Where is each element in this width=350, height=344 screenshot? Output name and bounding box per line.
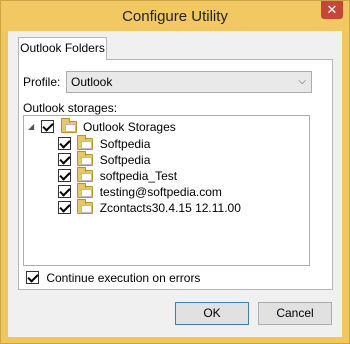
cancel-button[interactable]: Cancel — [258, 302, 332, 325]
tree-node-label: Zcontacts30.4.15 12.11.00 — [99, 201, 241, 215]
root-checkbox[interactable] — [41, 120, 55, 133]
continue-on-errors-option[interactable]: Continue execution on errors — [26, 270, 200, 286]
folder-icon — [77, 183, 94, 198]
folder-icon — [60, 118, 77, 133]
tree-node-label: Outlook Storages — [83, 120, 176, 134]
ok-button[interactable]: OK — [175, 302, 249, 325]
folder-icon — [77, 167, 94, 182]
tree-node-item[interactable]: Softpedia — [58, 135, 151, 152]
tree-node-item[interactable]: testing@softpedia.com — [58, 183, 222, 200]
folder-icon — [77, 135, 94, 150]
tree-node-item[interactable]: Zcontacts30.4.15 12.11.00 — [58, 199, 241, 216]
tab-outlook-folders[interactable]: Outlook Folders — [18, 37, 107, 60]
profile-label: Profile: — [23, 75, 61, 89]
folder-icon — [77, 151, 94, 166]
tree-node-item[interactable]: Softpedia — [58, 151, 151, 168]
item-checkbox[interactable] — [58, 153, 71, 166]
chevron-down-icon: ⌵ — [298, 76, 306, 87]
item-checkbox[interactable] — [58, 185, 71, 198]
storages-label: Outlook storages: — [23, 101, 118, 115]
item-checkbox[interactable] — [58, 137, 71, 150]
dialog-window: Configure Utility ✕ Outlook Folders Prof… — [0, 0, 350, 344]
tree-node-label: testing@softpedia.com — [99, 185, 222, 199]
title-bar: Configure Utility ✕ — [1, 1, 349, 31]
tree-node-item[interactable]: softpedia_Test — [58, 167, 178, 184]
profile-value: Outlook — [71, 75, 113, 89]
storages-tree[interactable]: ◢ Outlook Storages Softpedia Softpedia s… — [23, 115, 310, 266]
window-title: Configure Utility — [122, 8, 228, 25]
tree-node-root[interactable]: ◢ Outlook Storages — [28, 118, 176, 135]
close-icon: ✕ — [326, 2, 338, 17]
profile-select[interactable]: Outlook ⌵ — [66, 71, 312, 93]
item-checkbox[interactable] — [58, 169, 71, 182]
tree-node-label: softpedia_Test — [99, 169, 178, 183]
triangle-down-icon[interactable]: ◢ — [28, 119, 38, 135]
tree-node-label: Softpedia — [99, 153, 151, 167]
dialog-client-area: Outlook Folders Profile: Outlook ⌵ Outlo… — [8, 31, 342, 337]
close-button[interactable]: ✕ — [321, 1, 343, 19]
tree-node-label: Softpedia — [99, 137, 151, 151]
continue-on-errors-label: Continue execution on errors — [46, 271, 201, 285]
item-checkbox[interactable] — [58, 201, 71, 214]
continue-on-errors-checkbox[interactable] — [26, 271, 39, 284]
folder-icon — [77, 199, 94, 214]
